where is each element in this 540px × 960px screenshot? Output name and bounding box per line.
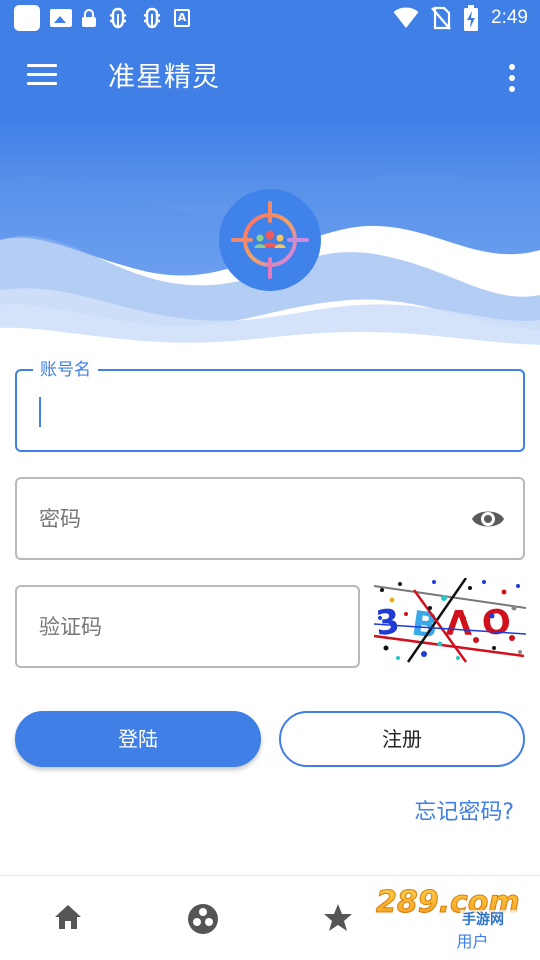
community-icon [187,904,218,934]
text-caret [39,397,41,427]
wifi-icon [393,7,419,28]
nav-item-community[interactable] [135,876,270,960]
eye-icon[interactable] [471,505,505,533]
status-bar-left: A [14,5,190,31]
register-button[interactable]: 注册 [279,711,525,767]
site-watermark-logo: 289.com 手游网 [376,885,521,929]
status-bar-right: 2:49 [393,5,528,31]
forgot-password-link[interactable]: 忘记密码? [414,794,514,826]
username-label: 账号名 [33,360,98,380]
captcha-field[interactable] [15,585,360,668]
password-field[interactable] [15,477,525,560]
captcha-image[interactable]: 3 B V O [374,578,526,664]
app-bar: 准星精灵 [0,36,540,120]
app-square-icon [14,5,40,31]
watermark-sub: 手游网 [462,911,504,928]
battery-charging-icon [464,5,479,31]
image-icon [50,9,72,27]
login-button[interactable]: 登陆 [15,711,261,767]
status-bar: A 2:49 [0,0,540,36]
password-input[interactable] [39,479,463,558]
logo-badge [219,189,321,291]
captcha-input[interactable] [39,587,298,666]
star-icon [323,904,352,931]
crosshair-people-icon [231,201,309,279]
status-time: 2:49 [491,7,528,28]
nav-label-user: 用户 [456,932,489,951]
svg-text:O: O [481,602,513,644]
no-sim-icon [431,6,451,30]
more-vert-icon[interactable] [502,60,522,96]
lock-icon [82,9,96,27]
home-icon [54,905,81,929]
hamburger-menu-icon[interactable] [24,64,60,92]
app-title: 准星精灵 [108,62,220,93]
bug-icon [143,7,161,29]
a-badge-icon: A [174,9,190,27]
nav-item-home[interactable] [0,876,135,960]
bug-icon [109,7,127,29]
svg-text:V: V [445,601,472,641]
username-field[interactable]: 账号名 [15,360,525,452]
